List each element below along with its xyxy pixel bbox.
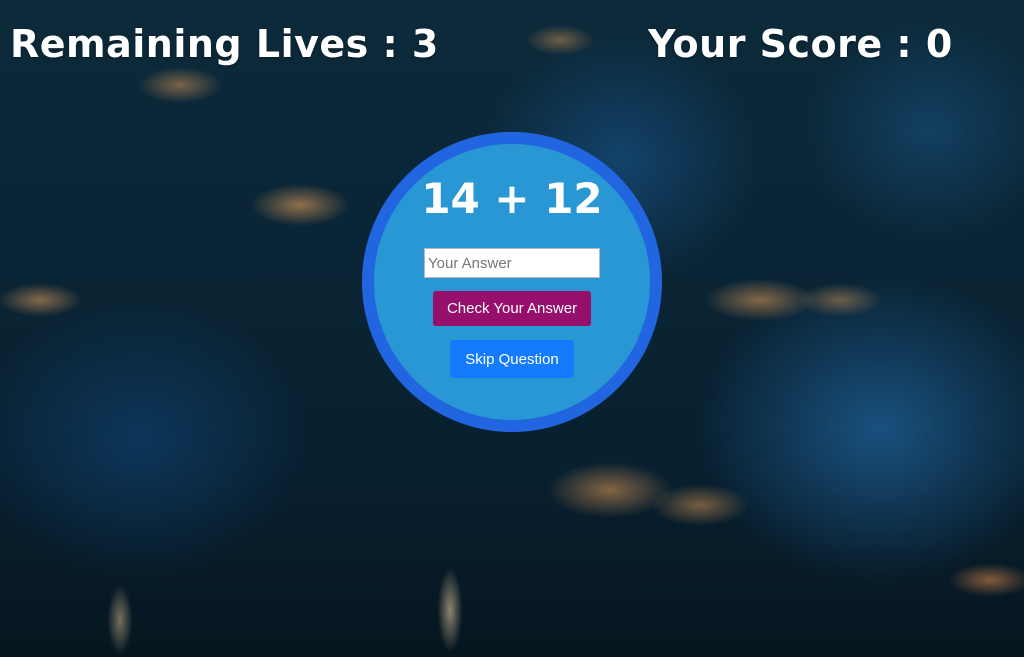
- score-display: Your Score : 0: [648, 22, 953, 66]
- game-background: Remaining Lives : 3 Your Score : 0 14 + …: [0, 0, 1024, 657]
- answer-input[interactable]: [424, 248, 600, 278]
- question-circle: 14 + 12 Check Your Answer Skip Question: [362, 132, 662, 432]
- remaining-lives: Remaining Lives : 3: [10, 22, 439, 66]
- skip-question-button[interactable]: Skip Question: [450, 340, 574, 378]
- check-answer-button[interactable]: Check Your Answer: [433, 291, 591, 326]
- math-question: 14 + 12: [421, 174, 603, 223]
